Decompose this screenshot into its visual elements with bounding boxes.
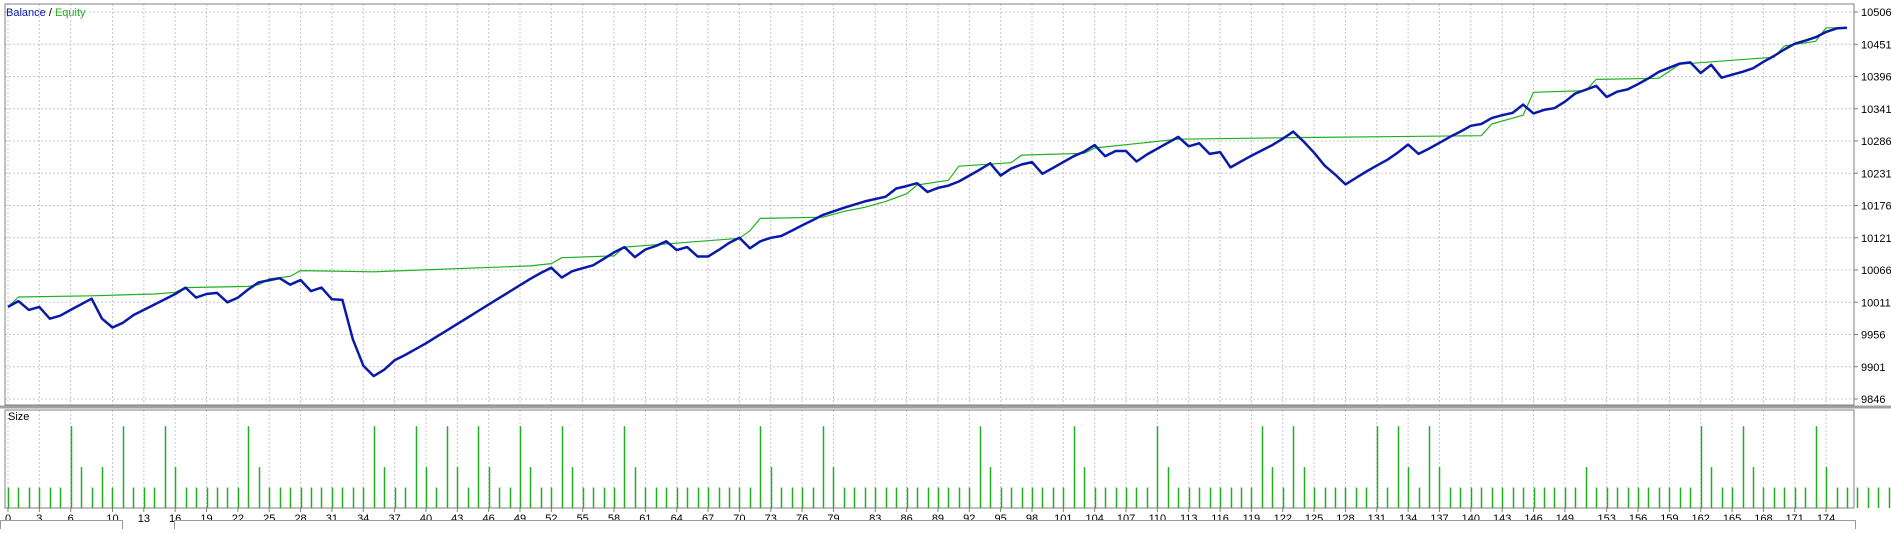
y-tick-label: 10011 — [1861, 297, 1891, 309]
y-tick-label: 10341 — [1861, 104, 1891, 116]
y-tick-label: 10231 — [1861, 168, 1891, 180]
x-tick-label: 13 — [138, 513, 150, 525]
y-tick-label: 10506 — [1861, 7, 1891, 19]
y-tick-label: 9846 — [1861, 394, 1885, 406]
y-tick-label: 10451 — [1861, 39, 1891, 51]
balance-equity-chart: 9846 9901 9956 10011 10066 10121 10176 10231 102… — [0, 0, 1891, 528]
y-tick-label: 10286 — [1861, 136, 1891, 148]
y-tick-label: 9901 — [1861, 362, 1885, 374]
legend: Balance / Equity — [6, 7, 86, 19]
y-tick-label: 10066 — [1861, 265, 1891, 277]
legend-separator: / — [46, 7, 55, 19]
legend-equity: Equity — [55, 7, 86, 19]
y-tick-label: 9956 — [1861, 330, 1885, 342]
legend-balance: Balance — [6, 7, 46, 19]
y-tick-label: 10121 — [1861, 233, 1891, 245]
y-tick-label: 10176 — [1861, 201, 1891, 213]
volume-panel-label: Size — [8, 411, 29, 423]
strategy-tester-graph: 9846 9901 9956 10011 10066 10121 10176 10231 102… — [0, 0, 1891, 528]
y-tick-label: 10396 — [1861, 72, 1891, 84]
